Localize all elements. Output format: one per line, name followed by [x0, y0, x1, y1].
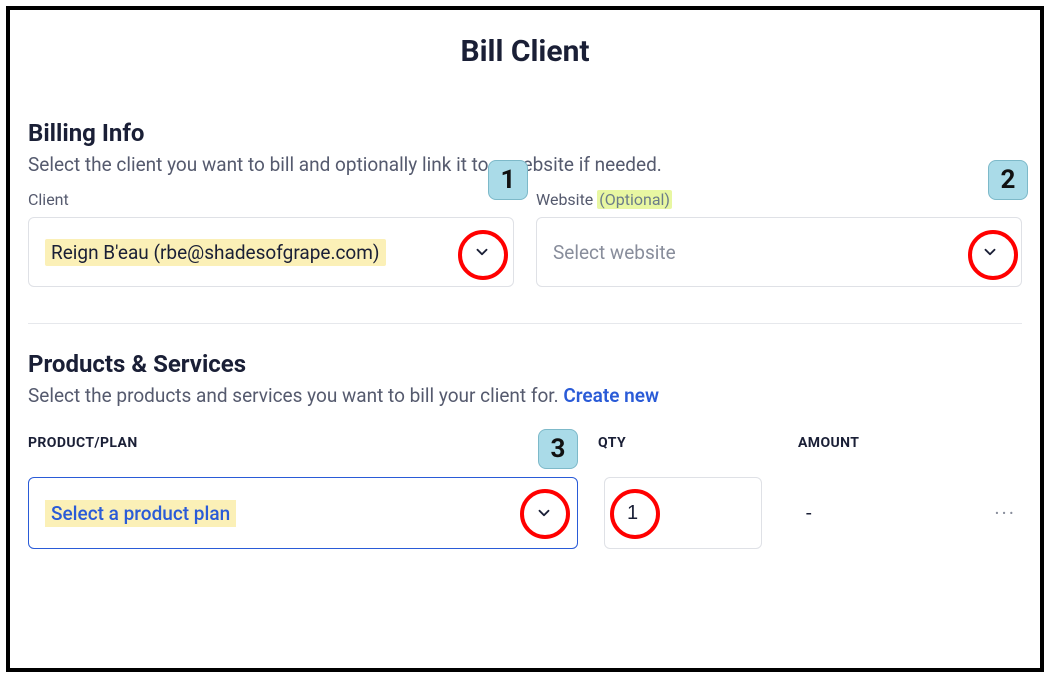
client-field-label: Client: [28, 190, 514, 209]
client-select[interactable]: Reign B'eau (rbe@shadesofgrape.com): [28, 217, 514, 287]
section-divider: [28, 323, 1022, 324]
product-plan-select[interactable]: Select a product plan: [28, 477, 578, 549]
client-select-value: Reign B'eau (rbe@shadesofgrape.com): [45, 239, 386, 266]
chevron-down-icon: [981, 243, 999, 261]
products-table-header: PRODUCT/PLAN QTY AMOUNT: [28, 435, 1022, 451]
optional-badge: (Optional): [597, 190, 672, 209]
chevron-down-icon: [535, 504, 553, 522]
qty-input[interactable]: [604, 477, 762, 549]
col-header-qty: QTY: [598, 435, 798, 451]
col-header-amount: AMOUNT: [798, 435, 1022, 451]
chevron-down-icon: [473, 243, 491, 261]
website-select[interactable]: Select website: [536, 217, 1022, 287]
website-field-label: Website (Optional): [536, 190, 1022, 209]
annotation-marker-1: 1: [488, 160, 528, 200]
products-heading: Products & Services: [28, 350, 1022, 378]
product-plan-placeholder: Select a product plan: [45, 500, 236, 527]
products-desc: Select the products and services you wan…: [28, 384, 1022, 407]
amount-value: -: [762, 501, 994, 525]
billing-info-heading: Billing Info: [28, 119, 1022, 147]
annotation-marker-3: 3: [538, 429, 578, 469]
col-header-product: PRODUCT/PLAN: [28, 435, 598, 451]
row-more-button[interactable]: ···: [994, 501, 1022, 525]
page-title: Bill Client: [28, 34, 1022, 69]
product-row: Select a product plan - ··· 3: [28, 477, 1022, 549]
annotation-marker-2: 2: [988, 160, 1028, 200]
website-select-placeholder: Select website: [553, 241, 676, 264]
create-new-link[interactable]: Create new: [563, 384, 659, 407]
